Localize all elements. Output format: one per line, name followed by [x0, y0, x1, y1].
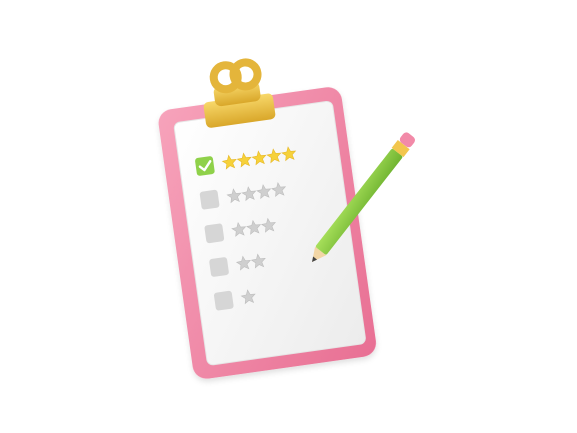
- checkbox-unchecked: [204, 223, 225, 244]
- checkbox-checked: [195, 156, 215, 176]
- checkbox-unchecked: [214, 290, 234, 311]
- checkbox-unchecked: [199, 189, 220, 210]
- clipboard-rating-illustration: [158, 58, 416, 379]
- clipboard-clip: [203, 58, 276, 128]
- checkbox-unchecked: [209, 257, 229, 277]
